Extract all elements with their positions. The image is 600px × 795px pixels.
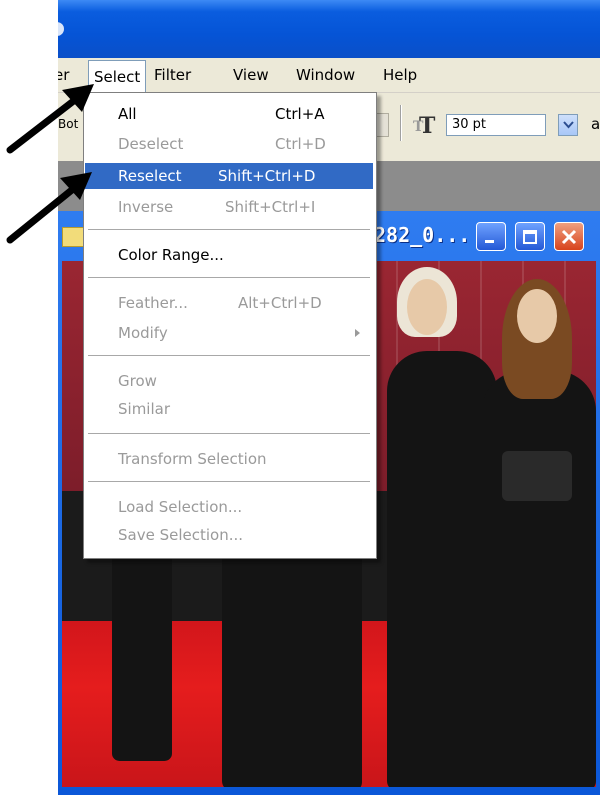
menu-view[interactable]: View xyxy=(233,66,269,84)
minimize-button[interactable] xyxy=(476,222,506,251)
menu-item-label: Similar xyxy=(118,400,170,418)
maximize-button[interactable] xyxy=(515,222,545,251)
close-button[interactable] xyxy=(554,222,584,251)
toolbar-trailing-text: a xyxy=(591,115,600,133)
menu-item-label: Inverse xyxy=(118,198,174,216)
document-title: 282_0... xyxy=(374,223,471,247)
menu-item-save-selection[interactable]: Save Selection... xyxy=(85,522,373,548)
menu-item-reselect[interactable]: Reselect Shift+Ctrl+D xyxy=(85,163,373,189)
menu-item-label: Feather... xyxy=(118,294,188,312)
menu-item-label: Transform Selection xyxy=(118,450,267,468)
menu-separator xyxy=(88,355,370,357)
app-title-bar xyxy=(58,0,600,58)
menu-item-feather[interactable]: Feather... Alt+Ctrl+D xyxy=(85,290,373,316)
menu-item-grow[interactable]: Grow xyxy=(85,368,373,394)
close-icon xyxy=(561,229,577,245)
menu-item-transform-selection[interactable]: Transform Selection xyxy=(85,446,373,472)
photo-figure xyxy=(482,371,596,787)
photo-figure-belt xyxy=(502,451,572,501)
menu-item-label: Modify xyxy=(118,324,168,342)
menu-filter[interactable]: Filter xyxy=(154,66,191,84)
menu-item-partial[interactable]: er xyxy=(58,66,69,84)
text-tool-icon[interactable]: TT xyxy=(413,113,441,139)
photo-figure-face xyxy=(407,279,447,335)
menu-item-shortcut: Shift+Ctrl+I xyxy=(225,198,316,216)
menu-select[interactable]: Select xyxy=(88,60,147,92)
menu-item-label: Save Selection... xyxy=(118,526,244,544)
menu-select-label: Select xyxy=(94,68,141,86)
menu-item-label: Load Selection... xyxy=(118,498,243,516)
menu-item-inverse[interactable]: Inverse Shift+Ctrl+I xyxy=(85,194,373,220)
menu-item-similar[interactable]: Similar xyxy=(85,396,373,422)
toolbar-separator xyxy=(400,105,402,141)
menu-separator xyxy=(88,277,370,279)
menu-separator xyxy=(88,433,370,435)
menu-item-color-range[interactable]: Color Range... xyxy=(85,242,373,268)
submenu-arrow-icon xyxy=(355,329,360,337)
font-size-dropdown-button[interactable] xyxy=(558,114,578,136)
select-menu-dropdown: All Ctrl+A Deselect Ctrl+D Reselect Shif… xyxy=(83,92,377,559)
menu-item-deselect[interactable]: Deselect Ctrl+D xyxy=(85,131,373,157)
menu-help[interactable]: Help xyxy=(383,66,417,84)
menu-item-all[interactable]: All Ctrl+A xyxy=(85,101,373,127)
app-icon xyxy=(58,22,64,36)
menu-separator xyxy=(88,229,370,231)
menu-item-shortcut: Alt+Ctrl+D xyxy=(238,294,322,312)
menu-bar: er Select Filter View Window Help xyxy=(58,60,600,93)
toolbar-button[interactable] xyxy=(375,113,389,137)
menu-item-label: Deselect xyxy=(118,135,184,153)
photo-figure-face xyxy=(517,289,557,343)
menu-item-load-selection[interactable]: Load Selection... xyxy=(85,494,373,520)
menu-item-shortcut: Shift+Ctrl+D xyxy=(218,167,316,185)
menu-item-shortcut: Ctrl+A xyxy=(275,105,325,123)
menu-item-modify[interactable]: Modify xyxy=(85,320,373,346)
menu-item-label: Reselect xyxy=(118,167,182,185)
font-size-input[interactable]: 30 pt xyxy=(446,114,546,136)
minimize-icon xyxy=(485,240,494,243)
menu-separator xyxy=(88,481,370,483)
menu-item-shortcut: Ctrl+D xyxy=(275,135,326,153)
menu-item-label: Grow xyxy=(118,372,157,390)
dropdown-arrow-icon xyxy=(563,121,574,129)
menu-window[interactable]: Window xyxy=(296,66,355,84)
maximize-icon xyxy=(523,230,537,244)
photo-figure xyxy=(387,351,497,787)
menu-item-label: Color Range... xyxy=(118,246,224,264)
menu-item-label: All xyxy=(118,105,137,123)
toolbar-partial-label: Bot xyxy=(58,117,79,131)
